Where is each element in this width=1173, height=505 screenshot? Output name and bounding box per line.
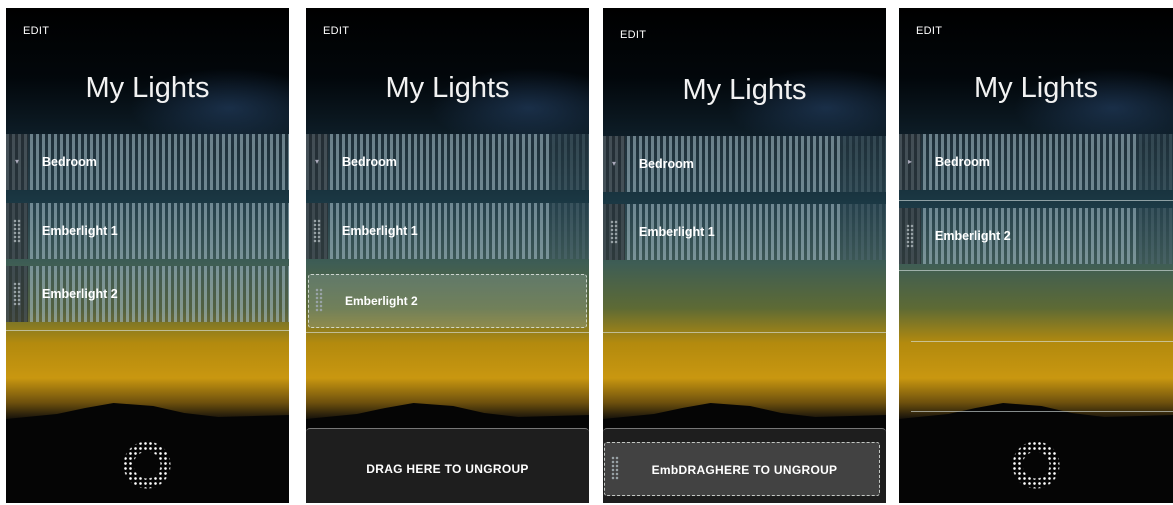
row-label: Emberlight 1 bbox=[639, 225, 715, 239]
drag-handle-icon[interactable] bbox=[899, 208, 921, 264]
brightness-bars-off bbox=[843, 204, 886, 260]
light-row-emberlight-1[interactable]: Emberlight 1 bbox=[306, 203, 589, 259]
divider bbox=[603, 332, 886, 333]
brightness-bars-off bbox=[843, 136, 886, 192]
ungroup-drop-zone[interactable]: DRAG HERE TO UNGROUP bbox=[306, 428, 589, 503]
brightness-bars-off bbox=[552, 203, 589, 259]
page-title: My Lights bbox=[385, 72, 510, 104]
row-label: Emberlight 2 bbox=[935, 229, 1011, 243]
divider bbox=[306, 332, 589, 333]
divider bbox=[6, 330, 289, 331]
brightness-bars-off bbox=[552, 134, 589, 190]
light-row-bedroom[interactable]: ▸ Bedroom bbox=[899, 134, 1173, 190]
edit-button[interactable]: EDIT bbox=[916, 25, 942, 37]
chevron-icon[interactable]: ▾ bbox=[603, 136, 625, 192]
row-label: Bedroom bbox=[42, 155, 97, 169]
divider bbox=[899, 200, 1173, 201]
row-label: Bedroom bbox=[639, 157, 694, 171]
emberlight-logo-icon[interactable] bbox=[123, 441, 171, 489]
phone-screen-1: EDIT My Lights ▾ Bedroom Emberlight 1 Em… bbox=[6, 8, 289, 503]
drag-handle-icon[interactable] bbox=[309, 275, 327, 327]
brightness-bars-off bbox=[1139, 134, 1173, 190]
drag-handle-icon[interactable] bbox=[603, 204, 625, 260]
phone-screen-3: EDIT My Lights ▾ Bedroom Emberlight 1 Em… bbox=[603, 8, 886, 503]
row-label: Emberlight 1 bbox=[42, 224, 118, 238]
chevron-icon[interactable]: ▸ bbox=[899, 134, 921, 190]
drag-handle-icon[interactable] bbox=[6, 203, 28, 259]
row-label: Emberlight 2 bbox=[42, 287, 118, 301]
drag-handle-icon[interactable] bbox=[306, 203, 328, 259]
row-label: Bedroom bbox=[342, 155, 397, 169]
emberlight-logo-icon[interactable] bbox=[1012, 441, 1060, 489]
divider bbox=[911, 411, 1173, 412]
drag-handle-icon[interactable] bbox=[6, 266, 28, 322]
row-label: Emberlight 2 bbox=[345, 294, 418, 308]
drop-zone-overlap-label: EmbDRAGHERE TO UNGROUP bbox=[651, 463, 838, 477]
page-title: My Lights bbox=[682, 74, 807, 106]
edit-button[interactable]: EDIT bbox=[323, 25, 349, 37]
row-label: Emberlight 1 bbox=[342, 224, 418, 238]
light-row-bedroom[interactable]: ▾ Bedroom bbox=[6, 134, 289, 190]
phone-screen-4: EDIT My Lights ▸ Bedroom Emberlight 2 bbox=[899, 8, 1173, 503]
light-row-emberlight-2[interactable]: Emberlight 2 bbox=[899, 208, 1173, 264]
light-row-emberlight-1[interactable]: Emberlight 1 bbox=[603, 204, 886, 260]
light-row-emberlight-2[interactable]: Emberlight 2 bbox=[6, 266, 289, 322]
row-label: Bedroom bbox=[935, 155, 990, 169]
chevron-icon[interactable]: ▾ bbox=[306, 134, 328, 190]
divider bbox=[911, 341, 1173, 342]
brightness-bars-off bbox=[1139, 208, 1173, 264]
page-title: My Lights bbox=[85, 72, 210, 104]
divider bbox=[899, 270, 1173, 271]
phone-screen-2: EDIT My Lights ▾ Bedroom Emberlight 1 Em… bbox=[306, 8, 589, 503]
light-row-bedroom[interactable]: ▾ Bedroom bbox=[306, 134, 589, 190]
dragged-row-emberlight-2[interactable]: Emberlight 2 bbox=[308, 274, 587, 328]
ungroup-drop-zone[interactable]: EmbDRAGHERE TO UNGROUP bbox=[603, 428, 886, 503]
page-title: My Lights bbox=[973, 72, 1099, 104]
drop-zone-label: DRAG HERE TO UNGROUP bbox=[366, 462, 529, 476]
light-row-emberlight-1[interactable]: Emberlight 1 bbox=[6, 203, 289, 259]
light-row-bedroom[interactable]: ▾ Bedroom bbox=[603, 136, 886, 192]
edit-button[interactable]: EDIT bbox=[620, 29, 646, 41]
edit-button[interactable]: EDIT bbox=[23, 25, 49, 37]
chevron-icon[interactable]: ▾ bbox=[6, 134, 28, 190]
